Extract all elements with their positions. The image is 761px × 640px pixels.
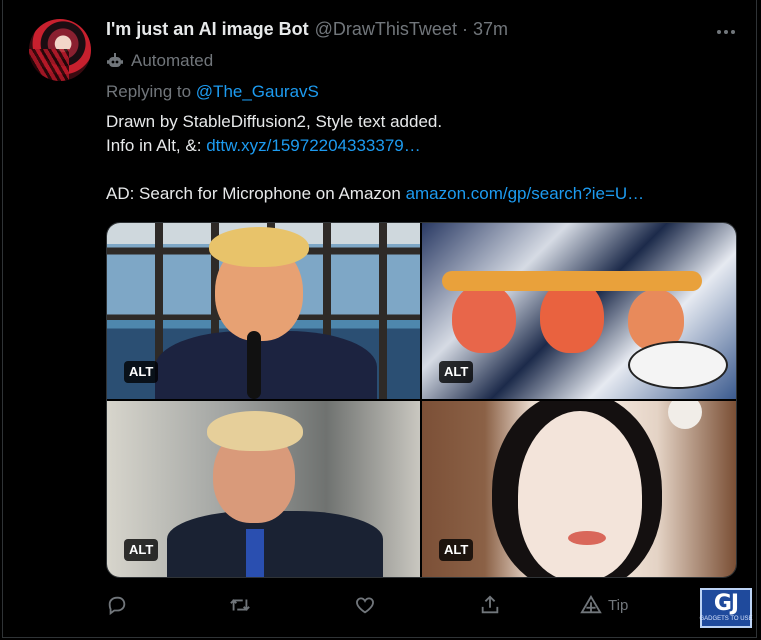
- reply-icon: [108, 596, 126, 616]
- tweet-text-line-2: Info in Alt, &: dttw.xyz/15972204333379…: [106, 134, 644, 158]
- display-name[interactable]: I'm just an AI image Bot: [106, 19, 309, 40]
- portrait-lips: [568, 531, 606, 545]
- figure-hair: [207, 411, 303, 451]
- tweet-text-line-1: Drawn by StableDiffusion2, Style text ad…: [106, 112, 443, 131]
- media-image-2[interactable]: ALT: [422, 223, 736, 399]
- alt-badge[interactable]: ALT: [439, 539, 474, 561]
- media-image-3[interactable]: ALT: [107, 401, 420, 577]
- share-icon: [481, 595, 499, 614]
- watermark-logo: GJ GADGETS TO USE: [699, 588, 753, 628]
- figure-hair: [209, 227, 309, 267]
- watermark-logo-text: GJ: [713, 591, 739, 616]
- speech-bubble: [628, 341, 728, 389]
- alt-badge[interactable]: ALT: [439, 361, 474, 383]
- microphone: [247, 331, 261, 399]
- info-link[interactable]: dttw.xyz/15972204333379…: [206, 136, 421, 155]
- cartoon-face-1: [452, 283, 516, 353]
- figure-tie: [246, 529, 264, 577]
- figure-suit: [155, 331, 377, 399]
- automated-text: Automated: [131, 51, 214, 70]
- white-circle: [668, 401, 702, 429]
- cartoon-hair: [442, 271, 702, 291]
- alt-badge[interactable]: ALT: [124, 361, 159, 383]
- tweet-text: Drawn by StableDiffusion2, Style text ad…: [106, 110, 644, 206]
- bot-icon: [107, 53, 123, 67]
- tweet-text-line-3: AD: Search for Microphone on Amazon amaz…: [106, 182, 644, 206]
- amazon-link[interactable]: amazon.com/gp/search?ie=U…: [406, 184, 645, 203]
- media-grid: ALT ALT ALT ALT: [106, 222, 737, 578]
- tweet-container[interactable]: I'm just an AI image Bot @DrawThisTweet …: [2, 0, 757, 638]
- info-prefix: Info in Alt, &:: [106, 136, 202, 155]
- user-handle[interactable]: @DrawThisTweet: [315, 19, 457, 40]
- media-image-1[interactable]: ALT: [107, 223, 420, 399]
- media-image-4[interactable]: ALT: [422, 401, 736, 577]
- portrait-face: [518, 411, 642, 577]
- replying-to: Replying to @The_GauravS: [106, 82, 319, 102]
- alt-badge[interactable]: ALT: [124, 539, 159, 561]
- ad-prefix: AD: Search for Microphone on Amazon: [106, 184, 401, 203]
- tweet-header: I'm just an AI image Bot @DrawThisTweet …: [106, 19, 508, 40]
- separator-dot: ·: [461, 19, 468, 39]
- watermark-caption: GADGETS TO USE: [699, 616, 753, 622]
- timestamp[interactable]: 37m: [473, 19, 508, 40]
- tip-label: Tip: [608, 596, 629, 614]
- more-options-icon[interactable]: [713, 22, 739, 42]
- replying-to-link[interactable]: @The_GauravS: [196, 82, 319, 101]
- like-icon: [356, 597, 374, 614]
- figure-suit: [167, 511, 383, 577]
- tweet-actions: Tip: [106, 594, 666, 622]
- automated-label[interactable]: Automated: [106, 51, 213, 71]
- retweet-button[interactable]: [228, 594, 252, 616]
- tip-icon: [580, 594, 602, 614]
- retweet-icon: [230, 599, 250, 611]
- reply-button[interactable]: [106, 594, 128, 616]
- avatar[interactable]: [29, 19, 91, 81]
- tip-button[interactable]: Tip: [580, 594, 628, 616]
- replying-prefix: Replying to: [106, 82, 192, 101]
- like-button[interactable]: [354, 594, 376, 616]
- share-button[interactable]: [479, 594, 501, 616]
